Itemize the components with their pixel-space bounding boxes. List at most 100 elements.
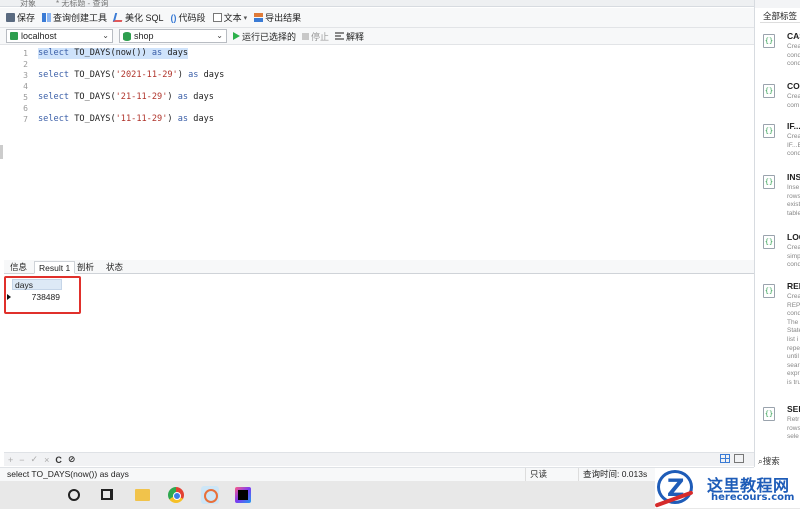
sql-keyword: select [38, 92, 70, 102]
snippet-panel: 全部标签 {} CASE Crea cond cond {} CON Crea com {}… [754, 0, 800, 467]
code-token: TO_DAYS( [69, 70, 116, 80]
string-literal: '11-11-29' [115, 114, 168, 124]
database-icon [123, 31, 131, 41]
result-grid: days 738489 [4, 275, 754, 452]
string-literal: '21-11-29' [115, 92, 168, 102]
run-icon [233, 32, 240, 40]
connection-select[interactable]: localhost ⌄ [6, 29, 113, 43]
sidebar-collapse-handle[interactable] [0, 145, 3, 159]
snippet-description: Crea cond cond [787, 43, 800, 68]
connection-bar: localhost ⌄ shop ⌄ 运行已选择的 停止 解释 [0, 28, 754, 45]
snippet-title: INSE [787, 172, 800, 182]
code-snippet-icon: () [170, 13, 177, 23]
run-selected-button[interactable]: 运行已选择的 [233, 30, 296, 43]
code-snippet-button[interactable]: () 代码段 [171, 11, 206, 24]
code-token: ) [177, 70, 189, 80]
tab-profile[interactable]: 剖析 [73, 261, 98, 274]
stop-query-button[interactable]: ⊘ [68, 454, 76, 465]
snippet-description: Retr rows sele [787, 416, 800, 441]
sql-keyword: select [38, 114, 70, 124]
site-watermark: 这里教程网 herecours.com [655, 468, 800, 508]
snippet-description: Crea REP cond The State list i repe unti… [787, 293, 800, 386]
intellij-icon[interactable] [235, 487, 251, 503]
line-number: 6 [23, 104, 28, 113]
code-token: days [188, 114, 214, 124]
export-results-button[interactable]: 导出结果 [254, 11, 301, 24]
search-icon[interactable] [68, 489, 80, 501]
beautify-sql-button[interactable]: 美化 SQL [112, 11, 164, 24]
chrome-icon[interactable] [168, 487, 184, 503]
tab-info[interactable]: 信息 [6, 261, 31, 274]
stop-icon [302, 32, 310, 40]
app-icon[interactable] [201, 486, 219, 504]
code-line[interactable]: select TO_DAYS('11-11-29') as days [38, 114, 214, 125]
snippet-icon: {} [763, 175, 775, 189]
query-builder-icon [42, 13, 52, 22]
tab-result-1[interactable]: Result 1 [34, 261, 76, 274]
grid-view-icon[interactable] [720, 454, 730, 463]
site-logo-icon [657, 470, 693, 504]
snippet-icon: {} [763, 34, 775, 48]
code-token: ) [167, 114, 178, 124]
status-query-text: select TO_DAYS(now()) as days [7, 469, 129, 479]
code-line[interactable]: select TO_DAYS(now()) as days [38, 48, 189, 59]
snippet-description: Crea com [787, 93, 800, 109]
grid-toolbar: + − ✓ × C ⊘ [4, 452, 754, 466]
snippet-description: Crea simp cond [787, 244, 800, 269]
code-token: ) [167, 92, 178, 102]
status-divider [525, 468, 526, 481]
sql-keyword: as [151, 48, 163, 58]
sql-keyword: as [177, 92, 189, 102]
refresh-button[interactable]: C [55, 455, 62, 465]
snippet-icon: {} [763, 407, 775, 421]
line-number: 5 [23, 93, 28, 102]
sql-keyword: select [38, 48, 70, 58]
query-builder-button[interactable]: 查询创建工具 [42, 11, 107, 24]
editor-tab-strip: 对象 * 无标题 - 查询 [0, 0, 754, 8]
tab-status[interactable]: 状态 [102, 261, 127, 274]
line-number: 4 [23, 82, 28, 91]
task-view-icon[interactable] [101, 489, 113, 500]
file-explorer-icon[interactable] [135, 489, 150, 501]
delete-row-button[interactable]: − [19, 455, 24, 465]
discard-button[interactable]: × [44, 455, 49, 465]
apply-button[interactable]: ✓ [31, 454, 39, 465]
snippet-title: CASE [787, 31, 800, 41]
text-button[interactable]: 文本 ▾ [212, 11, 247, 24]
code-token: TO_DAYS( [69, 114, 116, 124]
save-button[interactable]: 保存 [6, 11, 35, 24]
save-icon [6, 13, 15, 22]
watermark-url: herecours.com [711, 492, 795, 503]
line-number: 2 [23, 60, 28, 69]
highlight-annotation-box [4, 276, 81, 314]
code-token: TO_DAYS(now()) [69, 48, 152, 58]
snippet-icon: {} [763, 84, 775, 98]
beautify-icon [112, 13, 125, 22]
explain-icon [335, 32, 345, 40]
form-view-icon[interactable] [734, 454, 744, 463]
database-select[interactable]: shop ⌄ [119, 29, 227, 43]
sql-keyword: as [177, 114, 189, 124]
export-icon [254, 13, 264, 22]
snippet-search[interactable]: ⌕搜索 [758, 455, 780, 467]
code-line[interactable]: select TO_DAYS('2021-11-29') as days [38, 70, 224, 81]
chevron-down-icon: ⌄ [216, 31, 223, 40]
sql-editor[interactable]: 1 select TO_DAYS(now()) as days 2 3 select T… [4, 46, 754, 256]
code-token: days [162, 48, 189, 58]
status-query-time: 查询时间: 0.013s [583, 469, 648, 479]
code-line[interactable]: select TO_DAYS('21-11-29') as days [38, 92, 214, 103]
snippet-title: REP [787, 281, 800, 291]
line-number: 7 [23, 115, 28, 124]
snippet-title: IF... [787, 121, 800, 131]
add-row-button[interactable]: + [8, 455, 13, 465]
status-bar: select TO_DAYS(now()) as days 只读 查询时间: 0… [0, 467, 754, 481]
line-number: 1 [23, 49, 28, 58]
code-token: days [198, 70, 225, 80]
stop-button[interactable]: 停止 [302, 30, 329, 43]
snippet-icon: {} [763, 235, 775, 249]
string-literal: '2021-11-29' [115, 70, 178, 80]
explain-button[interactable]: 解释 [335, 30, 364, 43]
status-divider [578, 468, 579, 481]
snippet-description: Crea IF...E cond [787, 133, 800, 158]
tab-all-tags[interactable]: 全部标签 [760, 9, 800, 23]
